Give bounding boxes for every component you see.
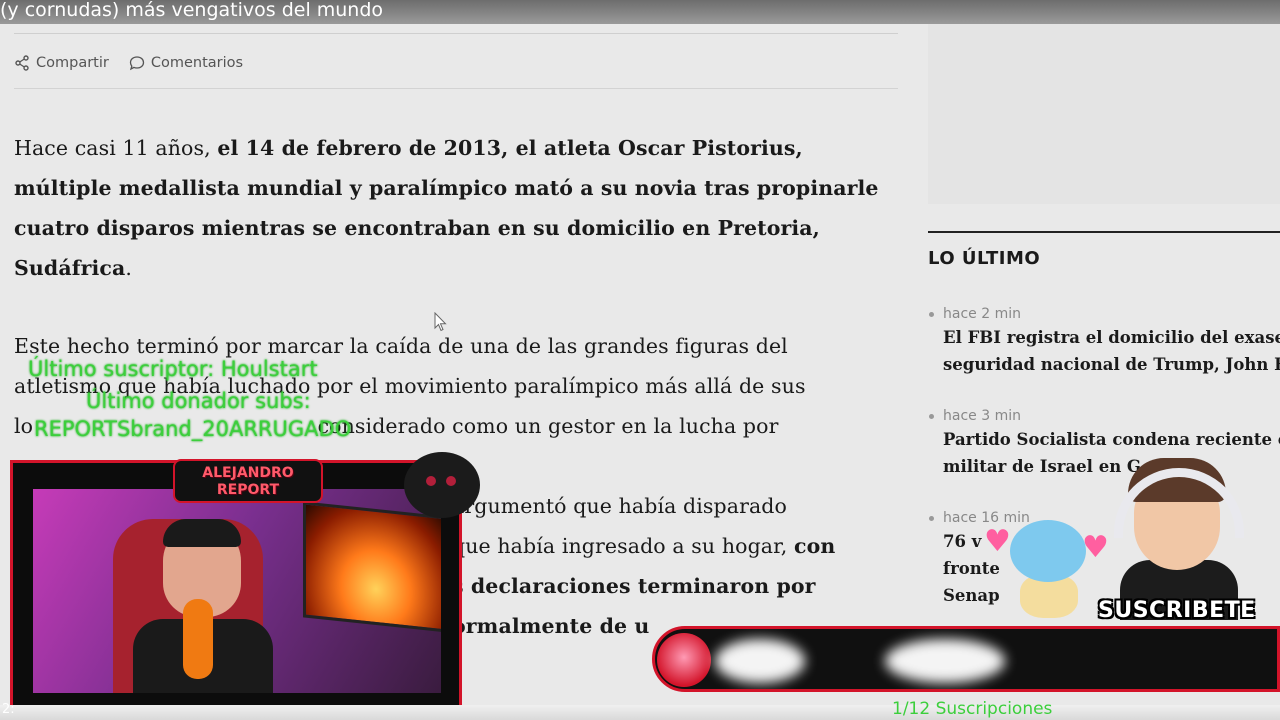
paragraph-line: argumentó que había disparado <box>452 494 787 518</box>
share-toolbar: Compartir Comentarios <box>14 50 263 76</box>
microphone <box>183 599 213 679</box>
paragraph-bold-text: ormalmente de u <box>452 614 650 638</box>
webcam-video <box>33 489 441 693</box>
window-title: (y cornudas) más vengativos del mundo <box>0 0 1280 24</box>
heart-icon: ♥ <box>1082 530 1109 565</box>
comment-icon <box>129 55 145 71</box>
mouse-cursor-icon <box>434 312 447 332</box>
paragraph-line: que había ingresado a su hogar, <box>452 534 795 558</box>
webcam-frame: ALEJANDRO REPORT <box>10 459 462 716</box>
fireplace-tv <box>303 501 441 633</box>
time-readout: 2: <box>2 702 15 717</box>
paragraph-line: Este hecho terminó por marcar la caída d… <box>14 334 788 358</box>
paragraph-bold-text: con <box>794 534 836 558</box>
share-label: Compartir <box>36 55 109 71</box>
badge-line: ALEJANDRO <box>202 465 294 481</box>
paragraph-text: Hace casi 11 años, <box>14 136 218 160</box>
comments-label: Comentarios <box>150 55 244 71</box>
cartoon-avatar <box>1106 448 1256 620</box>
news-time: hace 2 min <box>929 304 1280 324</box>
subscribe-banner: SUSCRIBETE <box>1098 598 1256 623</box>
divider <box>928 231 1280 233</box>
channel-badge: ALEJANDRO REPORT <box>173 459 323 503</box>
badge-line: REPORT <box>216 482 280 498</box>
article-paragraph: Hace casi 11 años, el 14 de febrero de 2… <box>14 128 904 288</box>
last-donor-label: Último donador subs: <box>86 389 311 413</box>
subscription-goal: 1/12 Suscripciones <box>892 699 1053 719</box>
avatar <box>657 633 711 687</box>
paragraph-bold-text: s declaraciones terminaron por <box>452 574 816 598</box>
bottom-strip <box>0 705 1280 720</box>
heart-icon: ♥ <box>984 524 1011 559</box>
paragraph-text: . <box>125 256 133 280</box>
latest-heading: LO ÚLTIMO <box>928 248 1041 269</box>
subscriber-alert-bar <box>652 626 1280 692</box>
donor-name: REPORTSbrand_20ARRUGADO <box>34 417 352 441</box>
dog-mascot-icon <box>404 452 480 518</box>
ad-placeholder <box>928 24 1280 204</box>
divider <box>14 88 898 89</box>
news-headline[interactable]: El FBI registra el domicilio del exases <box>929 324 1280 351</box>
comments-button[interactable]: Comentarios <box>129 55 243 71</box>
share-button[interactable]: Compartir <box>14 55 109 71</box>
last-subscriber-label: Último suscriptor: Houlstart <box>28 357 318 381</box>
squirtle-sticker-icon: ♥ ♥ <box>984 520 1109 620</box>
news-headline[interactable]: seguridad nacional de Trump, John B <box>929 351 1280 378</box>
share-icon <box>14 55 30 71</box>
news-time: hace 3 min <box>929 406 1280 426</box>
divider <box>14 33 898 34</box>
news-item[interactable]: hace 2 min El FBI registra el domicilio … <box>929 304 1280 378</box>
